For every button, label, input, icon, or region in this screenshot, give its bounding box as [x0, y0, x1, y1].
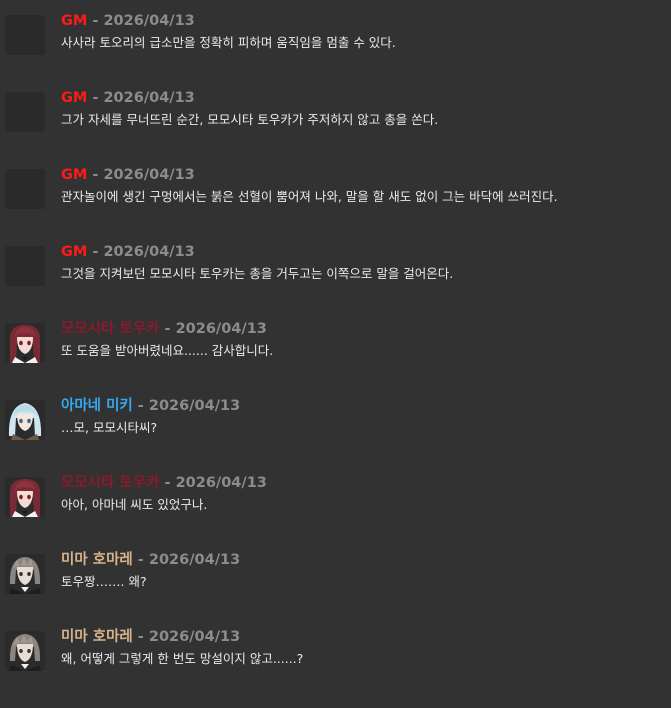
message-header: 모모시타 토우카 - 2026/04/13 [61, 473, 267, 493]
avatar[interactable] [5, 92, 45, 132]
timestamp: 2026/04/13 [175, 475, 267, 491]
chat-message: GM - 2026/04/13 사사라 토오리의 급소만을 정확히 피하며 움직… [0, 13, 671, 92]
header-separator: - [87, 167, 104, 183]
message-header: 미마 호마레 - 2026/04/13 [61, 550, 240, 570]
author-name[interactable]: 아마네 미키 [61, 398, 133, 414]
avatar[interactable] [5, 246, 45, 286]
chat-message: GM - 2026/04/13 그가 자세를 무너뜨린 순간, 모모시타 토우카… [0, 90, 671, 169]
author-name[interactable]: GM [61, 13, 87, 29]
header-separator: - [132, 629, 149, 645]
avatar-homare[interactable] [5, 631, 45, 671]
header-separator: - [87, 244, 104, 260]
author-name[interactable]: GM [61, 244, 87, 260]
avatar-toka[interactable] [5, 477, 45, 517]
author-name[interactable]: 모모시타 토우카 [61, 321, 159, 337]
message-text: 그것을 지켜보던 모모시타 토우카는 총을 거두고는 이쪽으로 말을 걸어온다. [61, 266, 454, 281]
message-header: GM - 2026/04/13 [61, 11, 195, 31]
message-text: 토우짱……. 왜? [61, 574, 147, 589]
message-header: GM - 2026/04/13 [61, 165, 195, 185]
avatar-image [5, 323, 45, 363]
message-header: 미마 호마레 - 2026/04/13 [61, 627, 240, 647]
author-name[interactable]: GM [61, 90, 87, 106]
avatar[interactable] [5, 169, 45, 209]
timestamp: 2026/04/13 [148, 629, 241, 645]
timestamp: 2026/04/13 [103, 244, 195, 260]
avatar-image [5, 400, 45, 440]
message-text: 그가 자세를 무너뜨린 순간, 모모시타 토우카가 주저하지 않고 총을 쏜다. [61, 112, 439, 127]
message-header: 모모시타 토우카 - 2026/04/13 [61, 319, 267, 339]
chat-message: 아마네 미키 - 2026/04/13 …모, 모모시타씨? [0, 398, 671, 477]
avatar-image [5, 554, 45, 594]
avatar-homare[interactable] [5, 554, 45, 594]
avatar-toka[interactable] [5, 323, 45, 363]
timestamp: 2026/04/13 [148, 552, 241, 568]
timestamp: 2026/04/13 [175, 321, 267, 337]
author-name[interactable]: 모모시타 토우카 [61, 475, 159, 491]
message-header: GM - 2026/04/13 [61, 88, 195, 108]
chat-message: GM - 2026/04/13 그것을 지켜보던 모모시타 토우카는 총을 거두… [0, 244, 671, 323]
chat-message: 미마 호마레 - 2026/04/13 왜, 어떻게 그렇게 한 번도 망설이지… [0, 629, 671, 708]
message-text: 또 도움을 받아버렸네요...... 감사합니다. [61, 343, 274, 358]
header-separator: - [87, 90, 104, 106]
avatar-miki[interactable] [5, 400, 45, 440]
timestamp: 2026/04/13 [103, 167, 195, 183]
header-separator: - [159, 475, 176, 491]
header-separator: - [159, 321, 176, 337]
header-separator: - [87, 13, 104, 29]
message-header: 아마네 미키 - 2026/04/13 [61, 396, 240, 416]
header-separator: - [132, 398, 149, 414]
message-text: …모, 모모시타씨? [61, 420, 158, 435]
author-name[interactable]: GM [61, 167, 87, 183]
chat-message: GM - 2026/04/13 관자놀이에 생긴 구멍에서는 붉은 선혈이 뿜어… [0, 167, 671, 246]
timestamp: 2026/04/13 [103, 90, 195, 106]
author-name[interactable]: 미마 호마레 [61, 552, 133, 568]
message-header: GM - 2026/04/13 [61, 242, 195, 262]
chat-message: 미마 호마레 - 2026/04/13 토우짱……. 왜? [0, 552, 671, 631]
avatar-image [5, 477, 45, 517]
message-text: 왜, 어떻게 그렇게 한 번도 망설이지 않고......? [61, 651, 304, 666]
avatar-image [5, 631, 45, 671]
chat-message: 모모시타 토우카 - 2026/04/13 아아, 아마네 씨도 있었구나. [0, 475, 671, 554]
avatar[interactable] [5, 15, 45, 55]
timestamp: 2026/04/13 [103, 13, 195, 29]
author-name[interactable]: 미마 호마레 [61, 629, 133, 645]
chat-message: 모모시타 토우카 - 2026/04/13 또 도움을 받아버렸네요......… [0, 321, 671, 400]
message-text: 관자놀이에 생긴 구멍에서는 붉은 선혈이 뿜어져 나와, 말을 할 새도 없이… [61, 189, 558, 204]
message-text: 아아, 아마네 씨도 있었구나. [61, 497, 208, 512]
header-separator: - [132, 552, 149, 568]
timestamp: 2026/04/13 [148, 398, 241, 414]
message-text: 사사라 토오리의 급소만을 정확히 피하며 움직임을 멈출 수 있다. [61, 35, 396, 50]
